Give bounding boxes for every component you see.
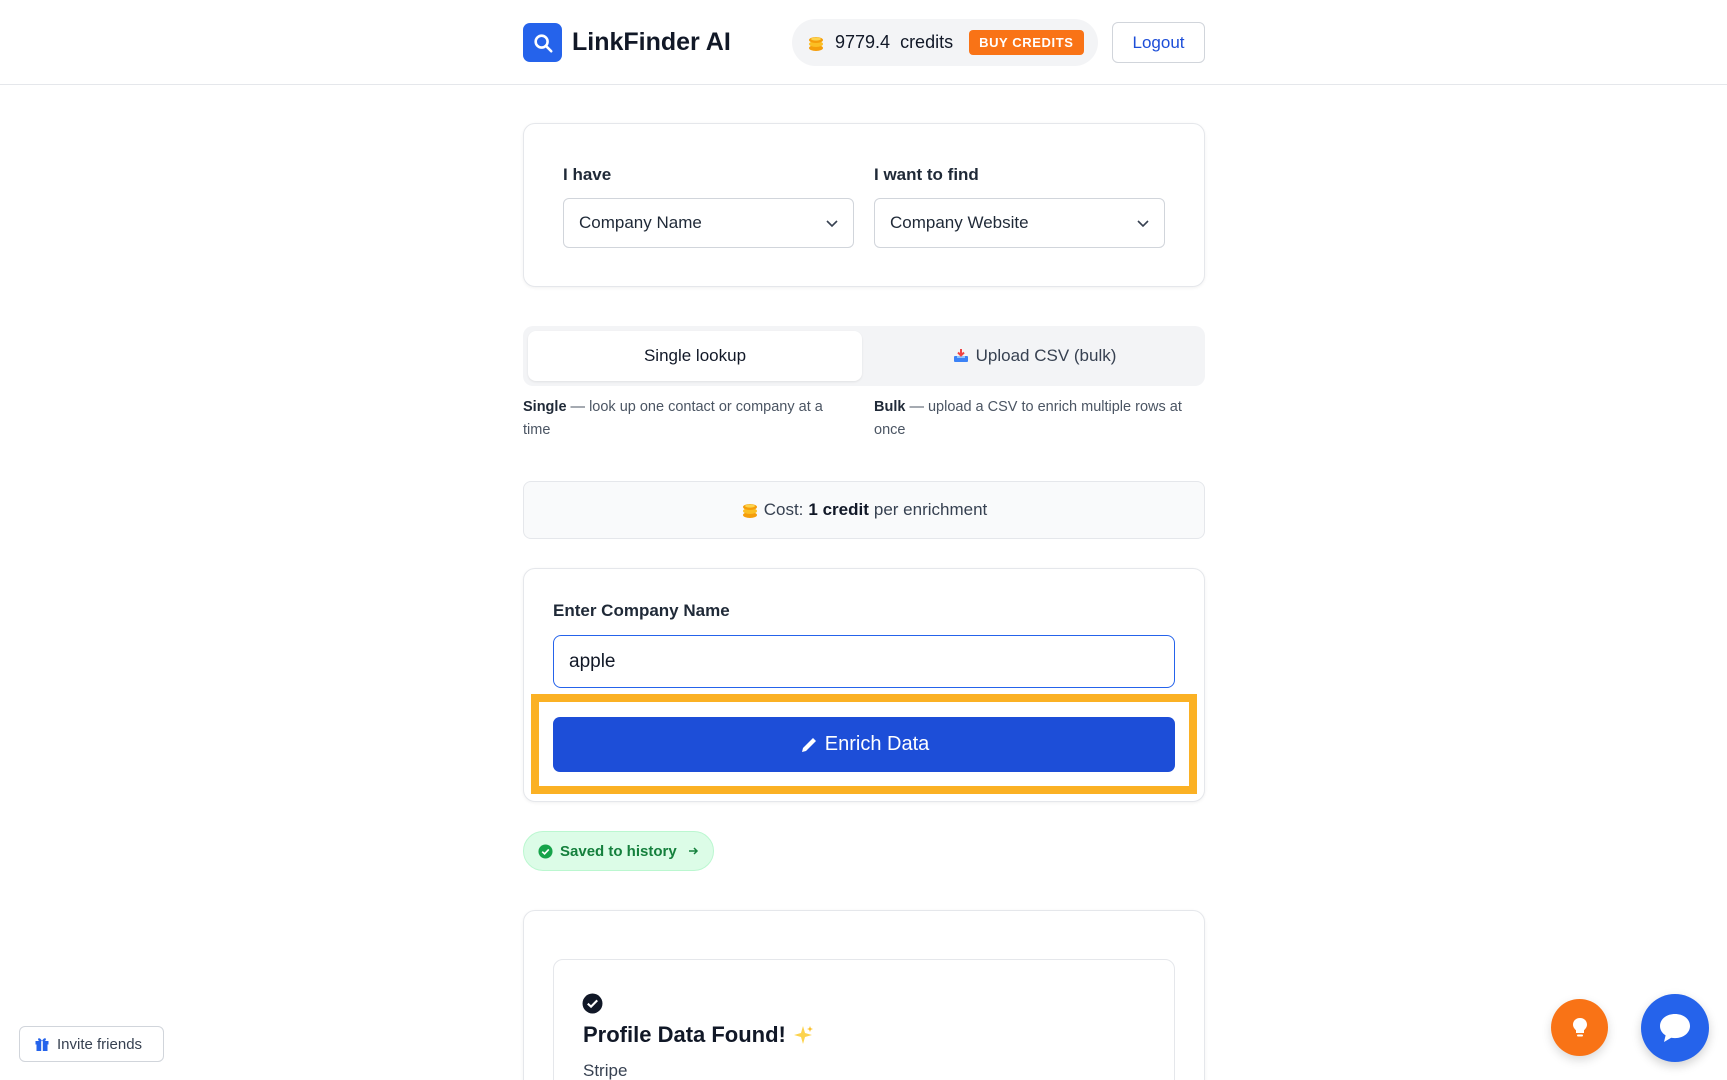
invite-label: Invite friends [57, 1035, 143, 1053]
gift-icon [35, 1038, 49, 1051]
bulk-description: Bulk — upload a CSV to enrich multiple r… [874, 399, 1182, 438]
company-name-input[interactable]: apple [553, 635, 1175, 688]
credits-label: credits [900, 32, 954, 52]
buy-credits-button[interactable]: BUY CREDITS [969, 30, 1084, 55]
saved-to-history-link[interactable]: Saved to history [523, 831, 714, 871]
coins-icon [809, 36, 823, 51]
company-name-value: apple [569, 650, 616, 672]
coins-icon [742, 504, 757, 518]
lightbulb-icon [1572, 1017, 1587, 1036]
single-description: Single — look up one contact or company … [523, 399, 823, 438]
profile-company: Stripe [583, 1061, 628, 1080]
chevron-down-icon [826, 220, 838, 228]
pencil-icon [801, 737, 816, 752]
find-select[interactable]: Company Website [874, 198, 1165, 248]
credits-amount: 9779.4 [835, 32, 891, 52]
chat-bubble-icon [1660, 1014, 1690, 1042]
logout-button[interactable]: Logout [1112, 22, 1205, 63]
inbox-tray-icon [953, 349, 968, 362]
enrich-button-label: Enrich Data [824, 733, 930, 755]
profile-result-panel [553, 959, 1175, 1080]
top-header: LinkFinder AI 9779.4 credits BUY CREDITS… [0, 0, 1727, 85]
have-select-value: Company Name [579, 213, 702, 232]
have-select[interactable]: Company Name [563, 198, 854, 248]
company-name-label: Enter Company Name [553, 601, 730, 620]
cost-prefix: Cost: [763, 500, 804, 519]
brand-name: LinkFinder AI [572, 28, 731, 56]
chevron-down-icon [1137, 220, 1149, 228]
sparkles-icon [793, 1026, 813, 1044]
cost-info: Cost: 1 credit per enrichment [523, 481, 1205, 539]
search-icon [523, 23, 562, 62]
cost-amount: 1 credit [808, 500, 869, 519]
arrow-right-icon [688, 847, 698, 855]
saved-label: Saved to history [560, 842, 677, 860]
enrich-data-button[interactable]: Enrich Data [553, 717, 1175, 772]
have-label: I have [563, 165, 612, 184]
invite-friends-button[interactable]: Invite friends [19, 1026, 164, 1062]
tab-upload-label: Upload CSV (bulk) [975, 346, 1117, 365]
check-circle-icon [582, 993, 603, 1014]
brand[interactable]: LinkFinder AI [523, 23, 731, 62]
cost-suffix: per enrichment [873, 500, 988, 519]
tips-button[interactable] [1551, 999, 1608, 1056]
find-label: I want to find [874, 165, 979, 184]
check-circle-icon [538, 843, 553, 859]
tab-single-label: Single lookup [643, 346, 747, 365]
profile-found-title: Profile Data Found! [583, 1022, 814, 1048]
mode-toggle: Single lookup Upload CSV (bulk) [523, 326, 1205, 386]
tab-upload-csv[interactable]: Upload CSV (bulk) [868, 331, 1200, 381]
tab-single-lookup[interactable]: Single lookup [528, 331, 862, 381]
find-select-value: Company Website [890, 213, 1029, 232]
credits-balance: 9779.4 credits BUY CREDITS [792, 19, 1098, 66]
chat-button[interactable] [1641, 994, 1709, 1062]
